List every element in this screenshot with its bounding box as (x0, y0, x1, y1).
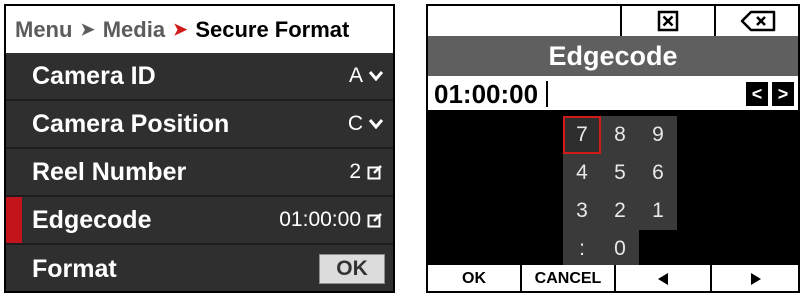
breadcrumb-menu[interactable]: Menu (15, 17, 72, 43)
backspace-icon (740, 10, 776, 32)
key-6[interactable]: 6 (639, 154, 677, 192)
breadcrumb-current: Secure Format (195, 16, 350, 42)
camera-position-row[interactable]: Camera Position C (6, 101, 393, 149)
format-label: Format (32, 254, 117, 283)
triangle-left-icon (658, 273, 668, 285)
reel-number-label: Reel Number (32, 157, 187, 186)
text-cursor (546, 81, 548, 107)
breadcrumb-media[interactable]: Media (103, 17, 165, 43)
breadcrumb-separator-icon: ➤ (80, 19, 95, 39)
selection-marker (6, 197, 22, 243)
reel-number-value-text: 2 (349, 160, 361, 183)
keypad-bottombar: OK CANCEL (428, 265, 798, 291)
key-2[interactable]: 2 (601, 192, 639, 230)
reel-number-value[interactable]: 2 (349, 160, 383, 184)
camera-position-value-text: C (347, 112, 363, 135)
cancel-button[interactable]: CANCEL (520, 265, 614, 291)
key-1[interactable]: 1 (639, 192, 677, 230)
key-4[interactable]: 4 (563, 154, 601, 192)
edgecode-row[interactable]: Edgecode 01:00:00 (6, 197, 393, 245)
triangle-right-icon (751, 273, 761, 285)
breadcrumb: Menu ➤ Media ➤ Secure Format (6, 6, 393, 53)
format-row: Format OK (6, 245, 393, 291)
key-5[interactable]: 5 (601, 154, 639, 192)
format-ok-button[interactable]: OK (319, 254, 385, 284)
key-0[interactable]: 0 (601, 230, 639, 268)
camera-id-value-text: A (348, 64, 363, 87)
edit-icon (367, 213, 382, 228)
secure-format-menu: Menu ➤ Media ➤ Secure Format Camera ID A… (4, 4, 395, 293)
camera-id-label: Camera ID (32, 61, 156, 90)
edgecode-value[interactable]: 01:00:00 (279, 208, 383, 232)
previous-button[interactable] (614, 265, 710, 291)
backspace-button[interactable] (714, 6, 798, 36)
dialog-title: Edgecode (428, 36, 798, 76)
edit-icon (367, 165, 382, 180)
key-9[interactable]: 9 (639, 116, 677, 154)
close-button[interactable] (620, 6, 714, 36)
ok-button[interactable]: OK (428, 265, 520, 291)
edgecode-keypad-dialog: Edgecode 01:00:00 < > 7 8 9 4 5 6 3 2 1 … (426, 4, 800, 293)
key-8[interactable]: 8 (601, 116, 639, 154)
cursor-left-button[interactable]: < (746, 82, 768, 106)
edgecode-value-text: 01:00:00 (279, 208, 361, 231)
key-7[interactable]: 7 (563, 116, 601, 154)
close-box-icon (657, 10, 679, 32)
key-colon[interactable]: : (563, 230, 601, 268)
edgecode-label: Edgecode (32, 205, 152, 234)
cursor-right-button[interactable]: > (772, 82, 794, 106)
next-button[interactable] (710, 265, 798, 291)
chevron-down-icon (369, 71, 383, 81)
keypad-topbar (428, 6, 798, 36)
edgecode-input-text: 01:00:00 (434, 79, 539, 109)
camera-position-label: Camera Position (32, 109, 230, 138)
chevron-down-icon (369, 119, 383, 129)
edgecode-input[interactable]: 01:00:00 < > (428, 76, 798, 112)
camera-id-row[interactable]: Camera ID A (6, 53, 393, 101)
camera-id-value[interactable]: A (349, 64, 383, 88)
breadcrumb-separator-icon: ➤ (173, 19, 188, 39)
camera-position-value[interactable]: C (348, 112, 383, 136)
reel-number-row[interactable]: Reel Number 2 (6, 149, 393, 197)
key-3[interactable]: 3 (563, 192, 601, 230)
